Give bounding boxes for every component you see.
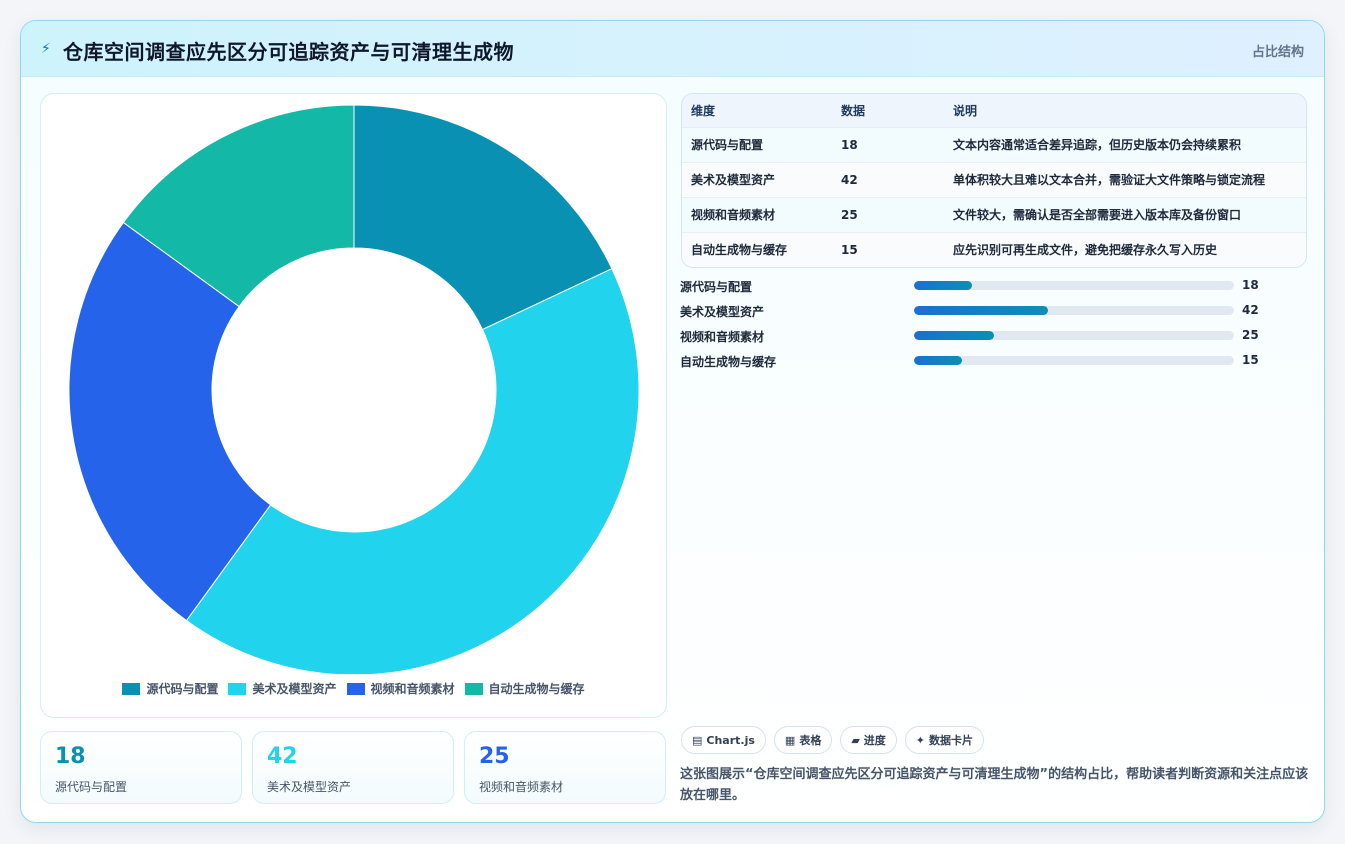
progress-label: 美术及模型资产 [680,305,765,319]
progress-fill [914,356,962,365]
progress-label: 自动生成物与缓存 [680,355,777,369]
table-cell: 应先识别可再生成文件，避免把缓存永久写入历史 [953,243,1218,258]
progress-track [914,281,1234,290]
chip-label: Chart.js [706,733,755,747]
progress-track [914,306,1234,315]
progress-value: 15 [1242,353,1259,367]
stat-value: 25 [479,744,510,769]
table-header-cell: 维度 [691,103,716,118]
legend-swatch [228,682,247,695]
legend-swatch [346,682,365,695]
legend-label: 源代码与配置 [146,682,219,696]
table-header-row: 维度 数据 说明 [682,94,1306,127]
stat-label: 视频和音频素材 [479,780,564,794]
header-tag: 占比结构 [1251,45,1304,60]
legend-swatch [122,682,141,695]
table-cell: 视频和音频素材 [691,208,776,222]
stat-value: 18 [55,744,86,769]
legend-item[interactable]: 美术及模型资产 [228,680,337,697]
stat-card-0: 18 源代码与配置 [40,731,242,804]
stat-card-2: 25 视频和音频素材 [464,731,666,804]
table-cell: 42 [841,172,858,187]
progress-fill [914,281,972,290]
stat-label: 美术及模型资产 [267,780,352,794]
table-header-cell: 说明 [953,103,978,118]
table-cell: 文本内容通常适合差异追踪，但历史版本仍会持续累积 [953,138,1242,152]
progress-label: 源代码与配置 [680,280,753,294]
table-cell: 美术及模型资产 [691,173,776,187]
card-icon: ✦ [915,733,926,747]
legend-item[interactable]: 视频和音频素材 [346,680,455,697]
progress-fill [914,306,1049,315]
progress-value: 25 [1242,328,1259,342]
progress-row: 美术及模型资产 42 [680,302,1300,327]
legend-label: 自动生成物与缓存 [488,682,585,696]
legend-label: 视频和音频素材 [370,682,455,696]
stat-value: 42 [267,744,298,769]
progress-value: 42 [1242,303,1259,317]
stat-card-1: 42 美术及模型资产 [252,731,454,804]
progress-value: 18 [1242,278,1259,292]
chip-progress[interactable]: ▰ 进度 [840,726,897,754]
table-cell: 自动生成物与缓存 [691,243,788,258]
table-cell: 15 [841,242,858,257]
table-icon: ▦ [784,733,796,747]
donut-chart-panel: 源代码与配置 美术及模型资产 视频和音频素材 自动生成物与缓存 [40,93,667,718]
progress-icon: ▰ [851,733,860,747]
table-cell: 文件较大，需确认是否全部需要进入版本库及备份窗口 [953,208,1242,222]
progress-track [914,356,1234,365]
progress-track [914,331,1234,340]
legend-item[interactable]: 源代码与配置 [122,680,218,697]
tag-chips: ▤ Chart.js ▦ 表格 ▰ 进度 ✦ 数据卡片 [681,726,985,754]
stat-label: 源代码与配置 [55,780,128,794]
donut-chart [68,104,640,674]
progress-row: 视频和音频素材 25 [680,327,1300,352]
table-cell: 源代码与配置 [691,138,764,152]
chip-label: 数据卡片 [929,734,974,747]
donut-slice-1[interactable] [185,267,640,674]
table-cell: 单体积较大且难以文本合并，需验证大文件策略与锁定流程 [953,173,1266,187]
table-row: 自动生成物与缓存 15 应先识别可再生成文件，避免把缓存永久写入历史 [682,232,1306,267]
table-row: 美术及模型资产 42 单体积较大且难以文本合并，需验证大文件策略与锁定流程 [682,162,1306,197]
progress-fill [914,331,994,340]
table-header-cell: 数据 [841,103,866,118]
chip-label: 进度 [863,734,886,747]
progress-label: 视频和音频素材 [680,330,765,344]
progress-row: 源代码与配置 18 [680,277,1300,302]
chart-legend: 源代码与配置 美术及模型资产 视频和音频素材 自动生成物与缓存 [41,680,666,697]
table-row: 视频和音频素材 25 文件较大，需确认是否全部需要进入版本库及备份窗口 [682,197,1306,232]
description-note: 这张图展示“仓库空间调查应先区分可追踪资产与可清理生成物”的结构占比，帮助读者判… [680,767,1309,803]
dashboard-card: ⚡ 仓库空间调查应先区分可追踪资产与可清理生成物 占比结构 源代码与配置 美术及模… [20,20,1325,823]
legend-label: 美术及模型资产 [252,682,337,696]
legend-swatch [464,682,483,695]
chip-chartjs[interactable]: ▤ Chart.js [681,726,766,754]
data-table: 维度 数据 说明 源代码与配置 18 文本内容通常适合差异追踪，但历史版本仍会持… [681,93,1307,268]
lightning-icon: ⚡ [41,41,51,57]
legend-item[interactable]: 自动生成物与缓存 [464,680,585,697]
progress-list: 源代码与配置 18 美术及模型资产 42 视频和音频素材 25 自动生成物与缓存… [680,277,1300,377]
progress-row: 自动生成物与缓存 15 [680,352,1300,377]
chart-icon: ▤ [692,733,703,747]
chip-table[interactable]: ▦ 表格 [773,726,833,754]
chip-data-card[interactable]: ✦ 数据卡片 [904,726,985,754]
page-title: 仓库空间调查应先区分可追踪资产与可清理生成物 [63,40,514,64]
table-row: 源代码与配置 18 文本内容通常适合差异追踪，但历史版本仍会持续累积 [682,127,1306,162]
card-header: ⚡ 仓库空间调查应先区分可追踪资产与可清理生成物 占比结构 [21,21,1324,77]
table-cell: 25 [841,207,858,222]
table-cell: 18 [841,137,858,152]
chip-label: 表格 [799,734,822,747]
